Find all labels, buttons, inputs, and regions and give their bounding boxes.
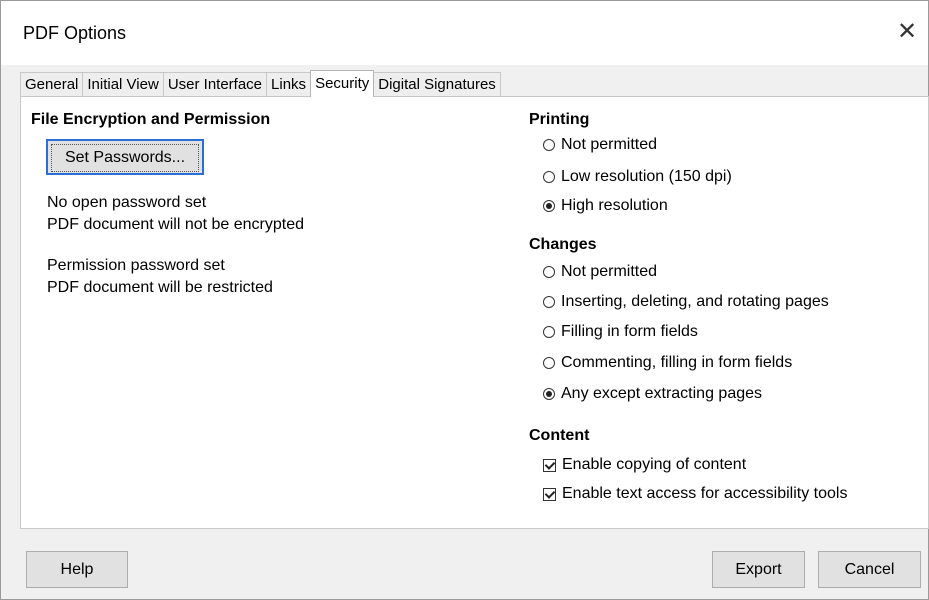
tab-initial-view[interactable]: Initial View	[82, 72, 164, 97]
close-icon[interactable]: ✕	[892, 17, 922, 47]
changes-inserting-deleting-radio[interactable]: Inserting, deleting, and rotating pages	[543, 293, 829, 311]
printing-heading: Printing	[529, 111, 590, 128]
encryption-heading: File Encryption and Permission	[31, 111, 271, 128]
checkbox-checked-icon	[543, 458, 556, 472]
tab-general[interactable]: General	[20, 72, 84, 97]
set-passwords-label: Set Passwords...	[51, 144, 199, 172]
option-label: Enable copying of content	[562, 456, 747, 473]
enable-copying-checkbox[interactable]: Enable copying of content	[543, 456, 746, 474]
content-heading: Content	[529, 427, 590, 444]
radio-selected-icon	[543, 388, 555, 400]
dialog-title: PDF Options	[23, 23, 127, 43]
radio-icon	[543, 357, 555, 369]
encryption-status: PDF document will not be encrypted	[47, 216, 305, 233]
changes-not-permitted-radio[interactable]: Not permitted	[543, 263, 657, 281]
option-label: Low resolution (150 dpi)	[561, 168, 732, 185]
permission-password-status: Permission password set	[47, 257, 225, 274]
changes-heading: Changes	[529, 236, 597, 253]
option-label: Not permitted	[561, 136, 658, 153]
open-password-status: No open password set	[47, 194, 207, 211]
tab-security[interactable]: Security	[310, 70, 375, 97]
changes-any-except-extracting-radio[interactable]: Any except extracting pages	[543, 385, 762, 403]
checkbox-checked-icon	[543, 487, 556, 501]
tab-links[interactable]: Links	[266, 72, 312, 97]
cancel-button[interactable]: Cancel	[818, 551, 921, 588]
printing-not-permitted-radio[interactable]: Not permitted	[543, 136, 657, 154]
radio-icon	[543, 326, 555, 338]
export-button[interactable]: Export	[712, 551, 805, 588]
radio-icon	[543, 266, 555, 278]
option-label: Any except extracting pages	[561, 385, 763, 402]
tab-user-interface[interactable]: User Interface	[162, 72, 268, 97]
set-passwords-button[interactable]: Set Passwords...	[46, 139, 204, 175]
changes-filling-forms-radio[interactable]: Filling in form fields	[543, 323, 698, 341]
pdf-options-dialog: PDF Options ✕ General Initial View User …	[0, 0, 929, 600]
changes-commenting-radio[interactable]: Commenting, filling in form fields	[543, 354, 792, 372]
option-label: Enable text access for accessibility too…	[562, 485, 848, 502]
option-label: Not permitted	[561, 263, 658, 280]
radio-icon	[543, 296, 555, 308]
option-label: High resolution	[561, 197, 668, 214]
help-button[interactable]: Help	[26, 551, 128, 588]
enable-accessibility-checkbox[interactable]: Enable text access for accessibility too…	[543, 485, 847, 503]
option-label: Commenting, filling in form fields	[561, 354, 793, 371]
radio-icon	[543, 171, 555, 183]
printing-low-resolution-radio[interactable]: Low resolution (150 dpi)	[543, 168, 732, 186]
tab-bar: General Initial View User Interface Link…	[20, 70, 501, 97]
radio-icon	[543, 139, 555, 151]
tab-digital-signatures[interactable]: Digital Signatures	[373, 72, 501, 97]
option-label: Filling in form fields	[561, 323, 698, 340]
security-panel: File Encryption and Permission Set Passw…	[20, 96, 929, 529]
option-label: Inserting, deleting, and rotating pages	[561, 293, 829, 310]
radio-selected-icon	[543, 200, 555, 212]
restriction-status: PDF document will be restricted	[47, 279, 273, 296]
title-bar: PDF Options ✕	[1, 1, 928, 65]
printing-high-resolution-radio[interactable]: High resolution	[543, 197, 668, 215]
